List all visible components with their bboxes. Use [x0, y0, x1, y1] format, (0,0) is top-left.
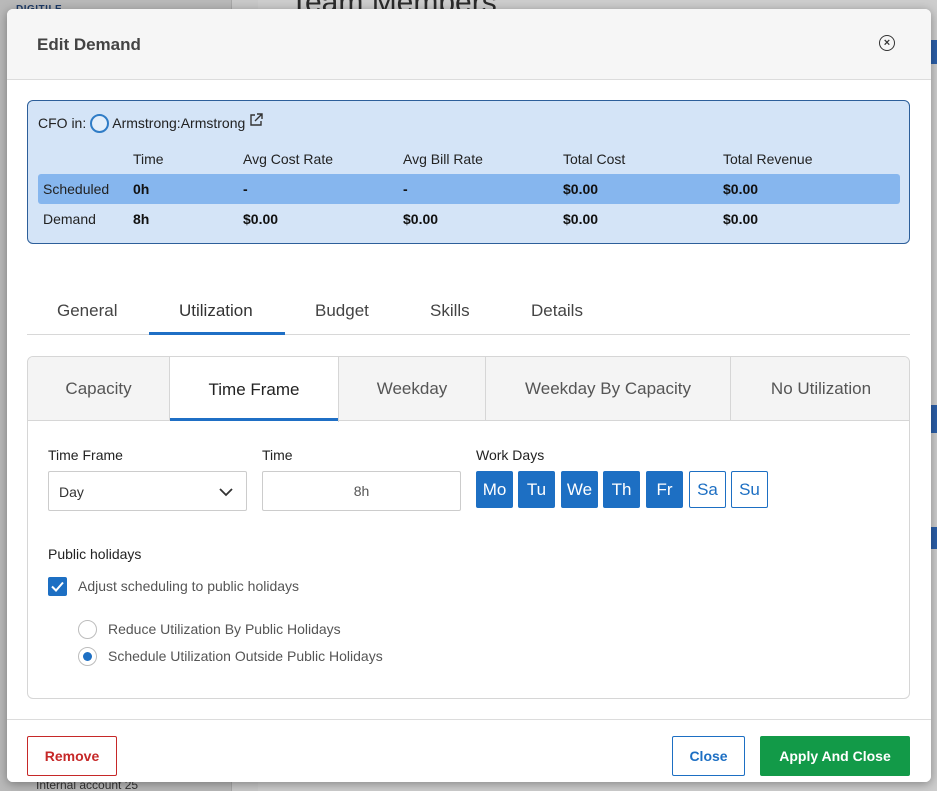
- cfo-name-link[interactable]: Armstrong:Armstrong: [112, 115, 245, 131]
- subtab-capacity[interactable]: Capacity: [28, 357, 170, 421]
- tab-budget[interactable]: Budget: [315, 301, 369, 321]
- time-frame-select[interactable]: Day: [48, 471, 247, 511]
- cfo-avatar-icon: [90, 114, 110, 133]
- work-day-sa[interactable]: Sa: [689, 471, 726, 508]
- edit-demand-dialog: Edit Demand × CFO in: Armstrong:Armstron…: [7, 9, 931, 782]
- work-day-th[interactable]: Th: [603, 471, 640, 508]
- cell-total-cost: $0.00: [563, 181, 599, 197]
- cell-time: 0h: [133, 181, 150, 197]
- row-label: Scheduled: [43, 181, 110, 197]
- row-label: Demand: [43, 211, 96, 227]
- subtab-time-frame[interactable]: Time Frame: [170, 357, 339, 422]
- cell-avg-cost-rate: $0.00: [243, 211, 279, 227]
- cell-total-revenue: $0.00: [723, 181, 759, 197]
- remove-button[interactable]: Remove: [27, 736, 117, 776]
- time-input[interactable]: 8h: [262, 471, 461, 511]
- adjust-holidays-label: Adjust scheduling to public holidays: [78, 578, 300, 594]
- cell-total-cost: $0.00: [563, 211, 599, 227]
- adjust-holidays-checkbox[interactable]: [48, 577, 67, 596]
- cell-avg-bill-rate: -: [403, 181, 408, 197]
- schedule-outside-radio[interactable]: [78, 647, 97, 666]
- dialog-footer: Remove Close Apply And Close: [7, 719, 931, 782]
- summary-header-row: Time Avg Cost Rate Avg Bill Rate Total C…: [38, 144, 900, 174]
- work-day-we[interactable]: We: [561, 471, 598, 508]
- col-time: Time: [133, 151, 164, 167]
- work-day-tu[interactable]: Tu: [518, 471, 555, 508]
- dialog-header: Edit Demand ×: [7, 9, 931, 80]
- subtab-no-utilization[interactable]: No Utilization: [731, 357, 909, 421]
- chevron-down-icon: [219, 488, 233, 497]
- col-avg-cost-rate: Avg Cost Rate: [243, 151, 334, 167]
- cfo-line: CFO in: Armstrong:Armstrong: [38, 112, 263, 133]
- col-total-cost: Total Cost: [563, 151, 626, 167]
- schedule-outside-label: Schedule Utilization Outside Public Holi…: [108, 648, 383, 664]
- main-tabs: General Utilization Budget Skills Detail…: [27, 289, 910, 335]
- subtab-weekday-by-capacity[interactable]: Weekday By Capacity: [486, 357, 731, 421]
- apply-and-close-button[interactable]: Apply And Close: [760, 736, 910, 776]
- check-icon: [51, 581, 64, 592]
- cfo-summary-panel: CFO in: Armstrong:Armstrong Time Avg Cos…: [27, 100, 910, 244]
- cell-time: 8h: [133, 211, 150, 227]
- summary-row-scheduled: Scheduled 0h - - $0.00 $0.00: [38, 174, 900, 204]
- cfo-label: CFO in:: [38, 114, 87, 131]
- subtab-weekday[interactable]: Weekday: [339, 357, 486, 421]
- cell-total-revenue: $0.00: [723, 211, 759, 227]
- time-label: Time: [262, 447, 293, 463]
- tab-utilization[interactable]: Utilization: [179, 301, 253, 321]
- active-tab-indicator: [149, 332, 285, 335]
- time-frame-value: Day: [59, 484, 84, 500]
- close-button[interactable]: Close: [672, 736, 745, 776]
- tab-details[interactable]: Details: [531, 301, 583, 321]
- external-link-icon[interactable]: [249, 112, 263, 127]
- cell-avg-cost-rate: -: [243, 181, 248, 197]
- cell-avg-bill-rate: $0.00: [403, 211, 439, 227]
- dialog-title: Edit Demand: [37, 35, 141, 54]
- work-days-label: Work Days: [476, 447, 545, 463]
- col-total-revenue: Total Revenue: [723, 151, 813, 167]
- close-icon[interactable]: ×: [879, 35, 895, 51]
- reduce-utilization-label: Reduce Utilization By Public Holidays: [108, 621, 341, 637]
- col-avg-bill-rate: Avg Bill Rate: [403, 151, 483, 167]
- summary-row-demand: Demand 8h $0.00 $0.00 $0.00 $0.00: [38, 204, 900, 234]
- utilization-subtabs: Capacity Time Frame Weekday Weekday By C…: [28, 357, 909, 422]
- tab-general[interactable]: General: [57, 301, 117, 321]
- reduce-utilization-radio[interactable]: [78, 620, 97, 639]
- public-holidays-label: Public holidays: [48, 546, 142, 562]
- time-frame-label: Time Frame: [48, 447, 123, 463]
- work-day-su[interactable]: Su: [731, 471, 768, 508]
- utilization-panel: Capacity Time Frame Weekday Weekday By C…: [27, 356, 910, 699]
- work-day-fr[interactable]: Fr: [646, 471, 683, 508]
- work-day-mo[interactable]: Mo: [476, 471, 513, 508]
- tab-skills[interactable]: Skills: [430, 301, 470, 321]
